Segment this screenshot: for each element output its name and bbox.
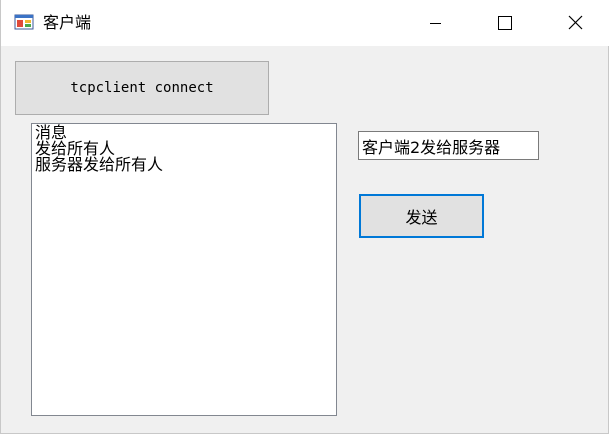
message-listbox[interactable]: 消息 发给所有人 服务器发给所有人: [31, 123, 337, 416]
message-input[interactable]: [358, 131, 539, 160]
app-window: 客户端 tcpclient connect 消息 发给所有人 服务器发给所有人 …: [0, 0, 610, 434]
list-item[interactable]: 服务器发给所有人: [35, 157, 333, 173]
window-title: 客户端: [43, 13, 92, 32]
title-bar[interactable]: 客户端: [1, 0, 610, 46]
tcpclient-connect-button[interactable]: tcpclient connect: [15, 61, 269, 115]
close-button[interactable]: [546, 0, 604, 46]
send-button[interactable]: 发送: [359, 194, 484, 238]
app-form-icon: [14, 12, 34, 32]
maximize-button[interactable]: [475, 0, 533, 46]
minimize-button[interactable]: [406, 0, 464, 46]
